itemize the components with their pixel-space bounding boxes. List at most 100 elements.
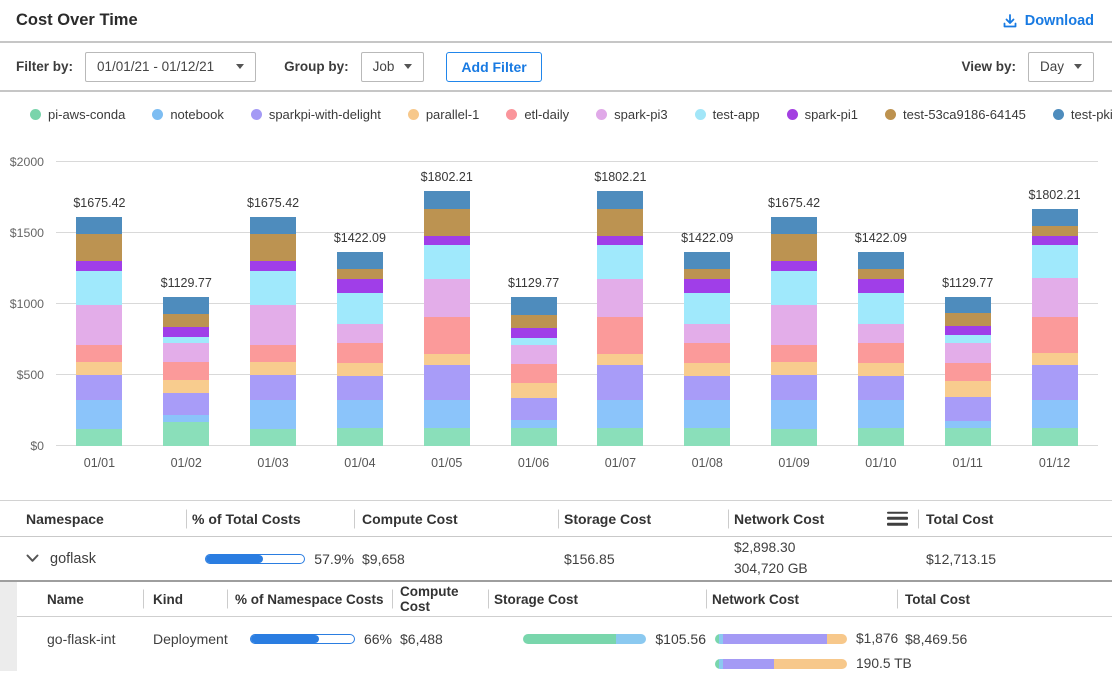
- bar-segment-etl-daily[interactable]: [945, 363, 991, 381]
- bar-segment-test-53ca9186-64145[interactable]: [597, 209, 643, 236]
- column-header-storage[interactable]: Storage Cost: [488, 582, 706, 616]
- bar-segment-etl-daily[interactable]: [337, 343, 383, 363]
- legend-item-sparkpi-with-delight[interactable]: sparkpi-with-delight: [251, 107, 381, 122]
- bar-segment-sparkpi-with-delight[interactable]: [250, 375, 296, 400]
- column-settings-icon[interactable]: [887, 508, 908, 529]
- bar-segment-test-app[interactable]: [337, 293, 383, 325]
- bar-segment-etl-daily[interactable]: [163, 362, 209, 380]
- stacked-bar-01/07[interactable]: [597, 191, 643, 446]
- bar-segment-test-app[interactable]: [1032, 245, 1078, 278]
- bar-segment-sparkpi-with-delight[interactable]: [76, 375, 122, 400]
- bar-segment-parallel-1[interactable]: [597, 354, 643, 366]
- bar-segment-spark-pi1[interactable]: [250, 261, 296, 271]
- bar-segment-test-53ca9186-64145[interactable]: [511, 315, 557, 327]
- bar-segment-test-app[interactable]: [684, 293, 730, 325]
- bar-segment-spark-pi3[interactable]: [771, 305, 817, 345]
- bar-segment-spark-pi3[interactable]: [684, 324, 730, 342]
- bar-segment-notebook[interactable]: [945, 421, 991, 428]
- bar-segment-spark-pi1[interactable]: [858, 279, 904, 292]
- bar-segment-sparkpi-with-delight[interactable]: [424, 365, 470, 400]
- bar-segment-spark-pi1[interactable]: [511, 328, 557, 338]
- bar-segment-etl-daily[interactable]: [1032, 317, 1078, 353]
- legend-item-etl-daily[interactable]: etl-daily: [506, 107, 569, 122]
- bar-segment-spark-pi1[interactable]: [424, 236, 470, 246]
- bar-segment-test-pkix[interactable]: [945, 297, 991, 314]
- bar-segment-spark-pi1[interactable]: [1032, 236, 1078, 245]
- bar-segment-test-pkix[interactable]: [163, 297, 209, 314]
- bar-segment-test-pkix[interactable]: [76, 217, 122, 235]
- stacked-bar-01/05[interactable]: [424, 191, 470, 446]
- column-header-total[interactable]: Total Cost: [918, 501, 1112, 536]
- stacked-bar-01/10[interactable]: [858, 252, 904, 446]
- bar-segment-test-pkix[interactable]: [250, 217, 296, 235]
- column-header-network[interactable]: Network Cost: [728, 501, 918, 536]
- legend-item-test-pkix[interactable]: test-pkix: [1053, 107, 1112, 122]
- bar-segment-pi-aws-conda[interactable]: [1032, 428, 1078, 446]
- date-range-select[interactable]: 01/01/21 - 01/12/21: [85, 52, 256, 82]
- stacked-bar-01/08[interactable]: [684, 252, 730, 446]
- bar-segment-notebook[interactable]: [337, 400, 383, 428]
- legend-item-pi-aws-conda[interactable]: pi-aws-conda: [30, 107, 125, 122]
- bar-segment-test-pkix[interactable]: [858, 252, 904, 269]
- column-header-compute[interactable]: Compute Cost: [392, 582, 488, 616]
- column-header-kind[interactable]: Kind: [143, 582, 227, 616]
- bar-segment-pi-aws-conda[interactable]: [163, 422, 209, 446]
- bar-segment-etl-daily[interactable]: [511, 364, 557, 383]
- bar-segment-spark-pi3[interactable]: [76, 305, 122, 345]
- bar-segment-etl-daily[interactable]: [684, 343, 730, 363]
- bar-segment-pi-aws-conda[interactable]: [424, 428, 470, 446]
- bar-segment-spark-pi3[interactable]: [337, 324, 383, 342]
- bar-segment-parallel-1[interactable]: [424, 354, 470, 366]
- bar-segment-test-53ca9186-64145[interactable]: [163, 314, 209, 327]
- bar-segment-test-pkix[interactable]: [424, 191, 470, 209]
- bar-segment-spark-pi1[interactable]: [597, 236, 643, 246]
- bar-segment-etl-daily[interactable]: [76, 345, 122, 362]
- bar-segment-test-53ca9186-64145[interactable]: [684, 269, 730, 280]
- bar-segment-sparkpi-with-delight[interactable]: [337, 376, 383, 400]
- bar-segment-spark-pi3[interactable]: [163, 343, 209, 362]
- column-header-pct-total[interactable]: % of Total Costs: [186, 501, 354, 536]
- bar-segment-test-53ca9186-64145[interactable]: [1032, 226, 1078, 235]
- stacked-bar-01/04[interactable]: [337, 252, 383, 446]
- bar-segment-test-pkix[interactable]: [337, 252, 383, 269]
- chevron-down-icon[interactable]: [26, 554, 39, 563]
- column-header-total[interactable]: Total Cost: [897, 582, 1112, 616]
- bar-segment-parallel-1[interactable]: [76, 362, 122, 375]
- table-row-goflask[interactable]: goflask 57.9% $9,658 $156.85 $2,898.30 3…: [0, 537, 1112, 580]
- bar-segment-spark-pi3[interactable]: [250, 305, 296, 345]
- bar-segment-pi-aws-conda[interactable]: [76, 429, 122, 446]
- add-filter-button[interactable]: Add Filter: [446, 52, 541, 82]
- bar-segment-test-app[interactable]: [76, 271, 122, 305]
- column-header-storage[interactable]: Storage Cost: [558, 501, 728, 536]
- bar-segment-test-53ca9186-64145[interactable]: [337, 269, 383, 280]
- bar-segment-notebook[interactable]: [1032, 400, 1078, 428]
- bar-segment-test-app[interactable]: [424, 245, 470, 278]
- bar-segment-notebook[interactable]: [424, 400, 470, 428]
- bar-segment-parallel-1[interactable]: [250, 362, 296, 375]
- legend-item-test-app[interactable]: test-app: [695, 107, 760, 122]
- bar-segment-notebook[interactable]: [163, 415, 209, 422]
- bar-segment-test-53ca9186-64145[interactable]: [771, 234, 817, 261]
- bar-segment-pi-aws-conda[interactable]: [511, 428, 557, 446]
- bar-segment-test-53ca9186-64145[interactable]: [858, 269, 904, 280]
- bar-segment-parallel-1[interactable]: [684, 363, 730, 376]
- bar-segment-sparkpi-with-delight[interactable]: [163, 393, 209, 415]
- table-row-go-flask-int[interactable]: go-flask-int Deployment 66% $6,488 $105.…: [17, 617, 1112, 671]
- bar-segment-pi-aws-conda[interactable]: [858, 428, 904, 446]
- bar-segment-test-app[interactable]: [250, 271, 296, 305]
- bar-segment-pi-aws-conda[interactable]: [597, 428, 643, 446]
- column-header-name[interactable]: Name: [17, 582, 143, 616]
- bar-segment-test-app[interactable]: [163, 337, 209, 344]
- bar-segment-spark-pi1[interactable]: [945, 326, 991, 336]
- bar-segment-spark-pi3[interactable]: [1032, 278, 1078, 317]
- bar-segment-notebook[interactable]: [771, 400, 817, 429]
- bar-segment-pi-aws-conda[interactable]: [250, 429, 296, 446]
- bar-segment-etl-daily[interactable]: [771, 345, 817, 362]
- bar-segment-spark-pi1[interactable]: [337, 279, 383, 292]
- bar-segment-parallel-1[interactable]: [337, 363, 383, 376]
- bar-segment-sparkpi-with-delight[interactable]: [597, 365, 643, 400]
- bar-segment-parallel-1[interactable]: [163, 380, 209, 393]
- bar-segment-spark-pi3[interactable]: [858, 324, 904, 342]
- bar-segment-etl-daily[interactable]: [250, 345, 296, 362]
- bar-segment-test-pkix[interactable]: [597, 191, 643, 209]
